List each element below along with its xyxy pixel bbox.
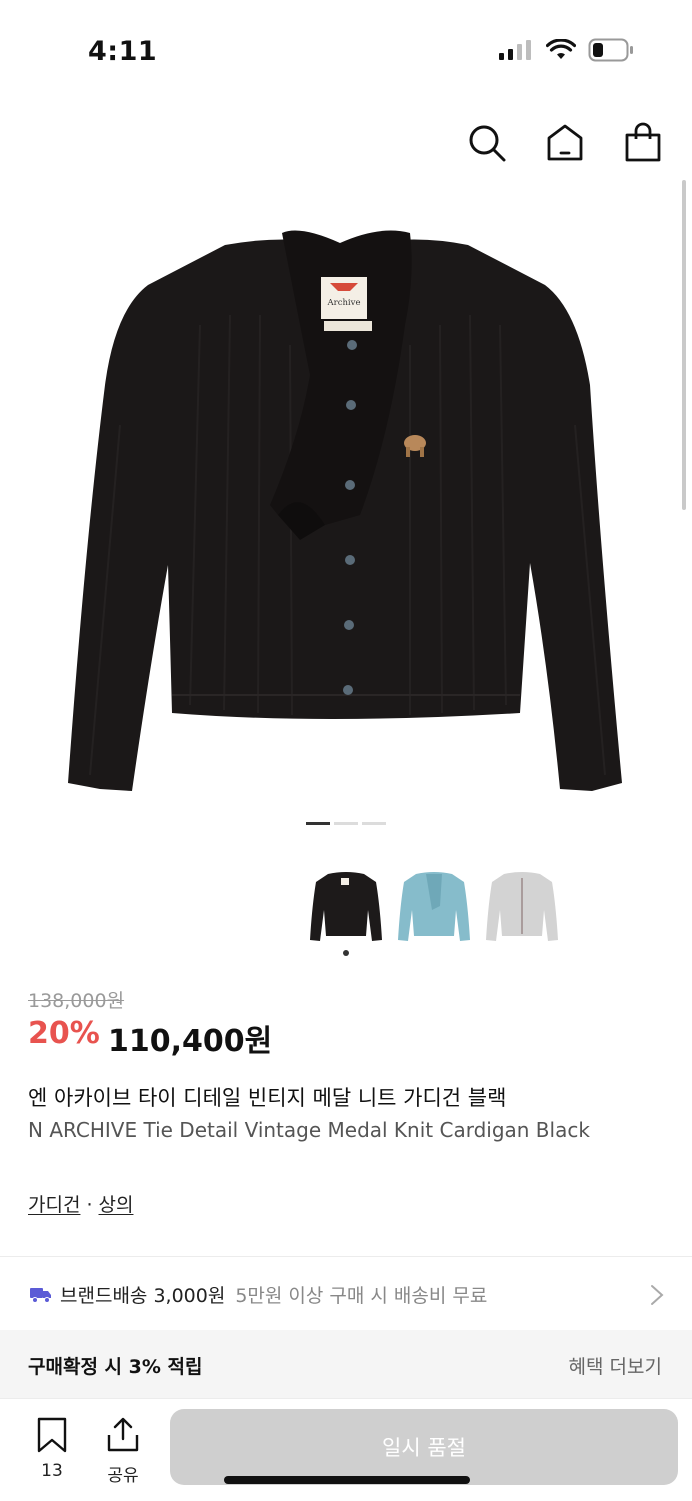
product-title-ko: 엔 아카이브 타이 디테일 빈티지 메달 니트 가디건 블랙	[28, 1086, 507, 1110]
color-swatch-sky-blue[interactable]	[396, 866, 472, 946]
home-icon[interactable]	[544, 122, 586, 164]
chevron-right-icon	[651, 1285, 664, 1305]
benefit-row[interactable]: 구매확정 시 3% 적립 혜택 더보기	[0, 1330, 692, 1400]
status-time: 4:11	[88, 36, 158, 67]
color-swatch-black[interactable]	[308, 866, 384, 946]
discount-rate: 20%	[28, 1016, 100, 1051]
shipping-fee-text: 브랜드배송 3,000원	[60, 1284, 226, 1307]
selected-color-indicator	[343, 950, 349, 956]
shipping-info-row[interactable]: 브랜드배송 3,000원 5만원 이상 구매 시 배송비 무료	[0, 1258, 692, 1330]
product-title-en: N ARCHIVE Tie Detail Vintage Medal Knit …	[28, 1118, 590, 1142]
benefit-points-text: 구매확정 시 3% 적립	[28, 1356, 203, 1378]
category-separator: ·	[86, 1194, 93, 1216]
delivery-truck-icon	[30, 1288, 51, 1303]
bookmark-icon	[37, 1417, 67, 1453]
product-image[interactable]: Archive	[0, 185, 692, 805]
pagination-dot[interactable]	[334, 822, 358, 825]
benefit-more-link[interactable]: 혜택 더보기	[569, 1352, 662, 1379]
free-shipping-condition: 5만원 이상 구매 시 배송비 무료	[235, 1284, 488, 1307]
section-divider	[0, 1256, 692, 1257]
soldout-button[interactable]: 일시 품절	[170, 1409, 678, 1485]
category-link-cardigan[interactable]: 가디건	[28, 1194, 80, 1216]
label-brand-text: Archive	[327, 298, 361, 308]
home-indicator[interactable]	[224, 1476, 470, 1484]
wishlist-count: 13	[41, 1461, 63, 1481]
wifi-icon	[546, 39, 576, 59]
share-button[interactable]: 공유	[100, 1417, 146, 1486]
bottom-action-bar: 13 공유 일시 품절	[0, 1398, 692, 1501]
color-swatch-light-gray[interactable]	[484, 866, 560, 946]
category-link-top[interactable]: 상의	[99, 1194, 134, 1216]
pagination-dot[interactable]	[306, 822, 330, 825]
shopping-bag-icon[interactable]	[622, 122, 664, 164]
status-icons	[498, 38, 634, 62]
search-icon[interactable]	[466, 122, 508, 164]
share-label: 공유	[107, 1466, 139, 1486]
image-pagination	[306, 822, 386, 825]
original-price: 138,000원	[28, 990, 125, 1012]
wishlist-button[interactable]: 13	[30, 1417, 74, 1481]
share-icon	[107, 1417, 139, 1452]
category-breadcrumb: 가디건 · 상의	[28, 1190, 133, 1217]
battery-icon	[588, 38, 633, 62]
cellular-signal-icon	[499, 40, 531, 60]
pagination-dot[interactable]	[362, 822, 386, 825]
sale-price: 110,400원	[108, 1024, 273, 1059]
